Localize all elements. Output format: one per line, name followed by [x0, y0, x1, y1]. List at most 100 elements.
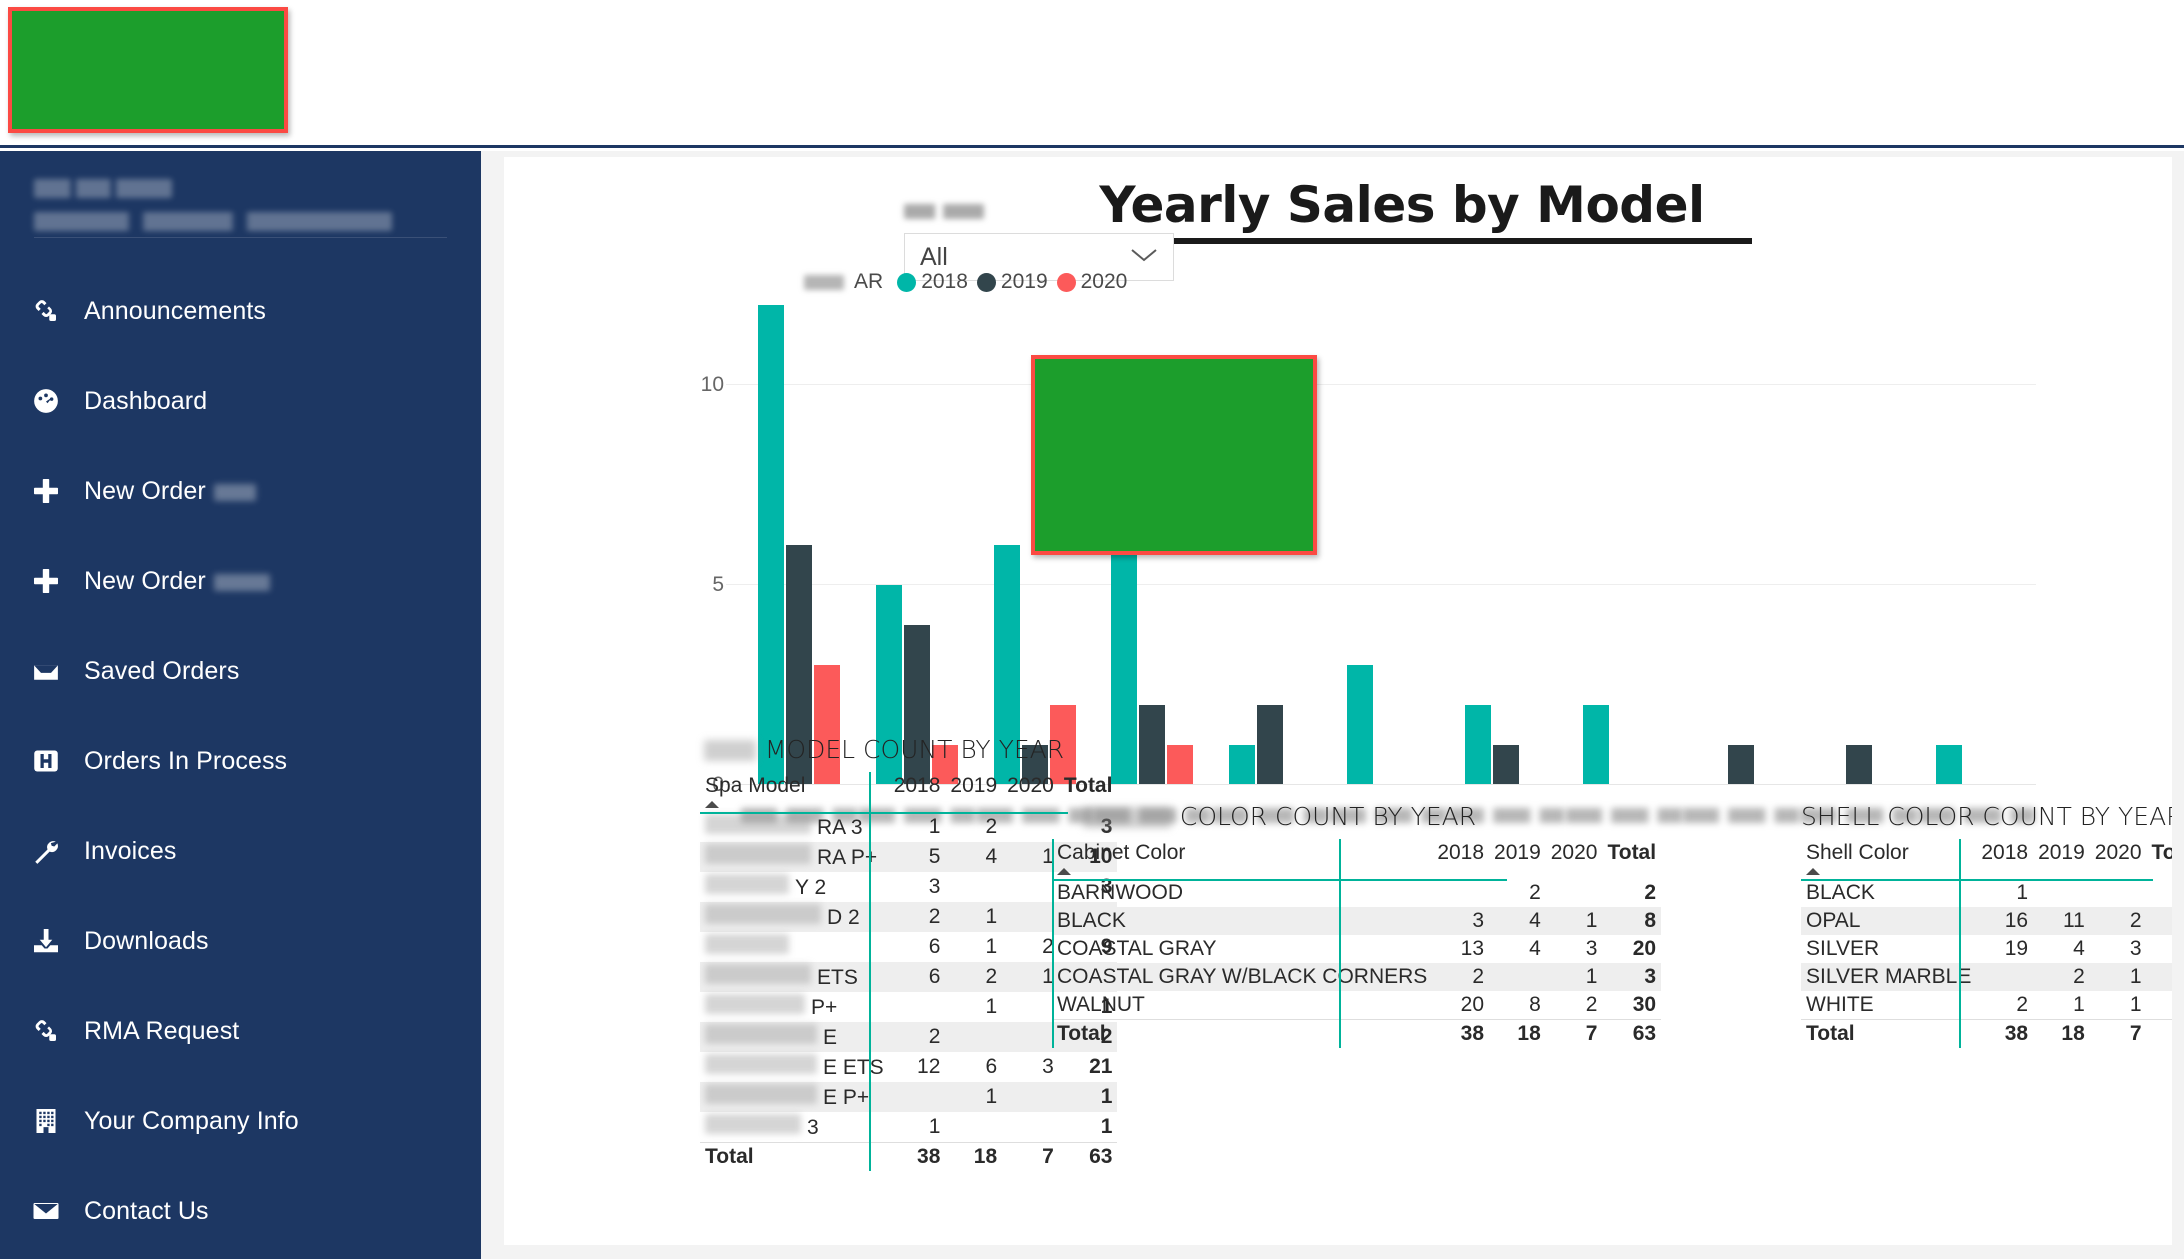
sidebar-item-dashboard[interactable]: Dashboard — [0, 372, 481, 430]
matrix-header-accent-line — [1052, 879, 1507, 881]
col-header-total[interactable]: Total — [2147, 839, 2173, 879]
bar-group[interactable] — [1918, 305, 2036, 823]
sidebar-item-orders-in-process[interactable]: Orders In Process — [0, 732, 481, 790]
bar-2018[interactable] — [1346, 665, 1373, 785]
table-row[interactable]: COASTAL GRAY W/BLACK CORNERS 2 1 3 — [1052, 963, 1662, 991]
sidebar-item-new-order-b[interactable]: New Order — [0, 552, 481, 610]
bar-group[interactable] — [1447, 305, 1565, 823]
cell-2018 — [1976, 963, 2034, 991]
sidebar-item-new-order-a[interactable]: New Order — [0, 462, 481, 520]
matrix-header-accent-line — [700, 812, 1068, 814]
bar-2019[interactable] — [1728, 745, 1755, 785]
row-label-visible-suffix: RA 3 — [817, 816, 863, 839]
legend-entry-2018[interactable]: 2018 — [897, 270, 968, 294]
matrix-accent-line — [1338, 839, 1341, 1048]
legend-entry-2019[interactable]: 2019 — [976, 270, 1048, 294]
sidebar-item-downloads[interactable]: Downloads — [0, 912, 481, 970]
table-row[interactable]: E P+ 1 1 — [700, 1082, 1118, 1112]
bar-2018[interactable] — [757, 305, 784, 785]
col-header-2018[interactable]: 2018 — [1976, 839, 2033, 879]
cell-total: 8 — [1602, 907, 1662, 935]
sidebar-item-saved-orders[interactable]: Saved Orders — [0, 642, 481, 700]
col-header-2019[interactable]: 2019 — [1489, 839, 1546, 879]
row-label: COASTAL GRAY — [1057, 937, 1217, 960]
bar-2018[interactable] — [1582, 705, 1609, 785]
sidebar-item-invoices[interactable]: Invoices — [0, 822, 481, 880]
table-row[interactable]: E ETS 12 6 3 21 — [700, 1052, 1117, 1082]
table-row[interactable]: WALNUT 20 8 2 30 — [1052, 991, 1661, 1020]
bar-2018[interactable] — [1111, 545, 1138, 785]
bar-2019[interactable] — [1846, 745, 1873, 785]
bar-2018[interactable] — [1464, 705, 1491, 785]
cell-2018: 12 — [917, 1055, 941, 1078]
sidebar-item-rma-request[interactable]: RMA Request — [0, 1002, 481, 1060]
bar-2020[interactable] — [1167, 745, 1194, 785]
bar-group[interactable] — [1565, 305, 1683, 823]
table-row[interactable]: BLACK 1 1 — [1801, 879, 2172, 907]
col-header-2020[interactable]: 2020 — [1546, 839, 1603, 879]
table-row[interactable]: OPAL1611229 — [1801, 907, 2172, 935]
sidebar-item-your-company-info[interactable]: Your Company Info — [0, 1092, 481, 1150]
cell-2020: 1 — [1545, 907, 1603, 935]
grand-total-2018: 38 — [1976, 1019, 2034, 1048]
sidebar-item-announcements[interactable]: Announcements — [0, 282, 481, 340]
legend-entry-2020[interactable]: 2020 — [1056, 270, 1127, 294]
row-label-visible-suffix: D 2 — [827, 906, 860, 929]
sidebar-item-label: Orders In Process — [84, 746, 288, 775]
building-icon — [24, 1106, 68, 1136]
bar-group[interactable] — [740, 305, 858, 823]
bar-group[interactable] — [858, 305, 976, 823]
table-row[interactable]: WHITE2114 — [1801, 991, 2172, 1020]
col-header-2020[interactable]: 2020 — [1002, 772, 1059, 812]
col-header-shell-color[interactable]: Shell Color — [1801, 839, 1976, 879]
sidebar-item-label: New Order — [84, 477, 256, 506]
link-chain-icon — [24, 1016, 68, 1046]
bar-group[interactable] — [1800, 305, 1918, 823]
col-header-2018[interactable]: 2018 — [1432, 839, 1489, 879]
row-label: E — [700, 1022, 889, 1052]
cabinet-color-matrix: COLOR COUNT BY YEAR Cabinet Color 2018 2 — [1052, 802, 1662, 1048]
bar-2019[interactable] — [1139, 705, 1166, 785]
col-header-2018[interactable]: 2018 — [889, 772, 946, 812]
row-label: SILVER MARBLE — [1801, 963, 1977, 991]
cell-2020: 1 — [1545, 963, 1603, 991]
table-row[interactable]: BLACK 3 4 1 8 — [1052, 907, 1662, 935]
cell-total: 1 — [2147, 879, 2173, 907]
table-row[interactable]: COASTAL GRAY 13 4 3 20 — [1052, 935, 1661, 963]
table-row[interactable]: SILVER 19 4 326 — [1801, 935, 2172, 963]
cell-2018: 16 — [1976, 907, 2034, 935]
sidebar-item-contact-us[interactable]: Contact Us — [0, 1182, 481, 1240]
cell-total: 4 — [2147, 991, 2173, 1020]
col-header-spa-model[interactable]: Spa Model — [700, 772, 889, 812]
col-header-total[interactable]: Total — [1602, 839, 1661, 879]
cell-2020: 1 — [1002, 962, 1059, 992]
col-header-2019[interactable]: 2019 — [945, 772, 1002, 812]
plus-icon — [24, 565, 68, 597]
grand-total-2019: 18 — [945, 1142, 1003, 1171]
col-header-2019[interactable]: 2019 — [2033, 839, 2090, 879]
cabinet-color-thead: Cabinet Color 2018 2019 2020 Total — [1052, 839, 1661, 879]
bar-2019[interactable] — [1257, 705, 1284, 785]
table-row[interactable]: BARNWOOD 2 2 — [1052, 879, 1661, 907]
table-row[interactable]: 3 1 1 — [700, 1112, 1117, 1143]
slicer-label-redacted — [904, 204, 984, 219]
cell-2020: 1 — [1002, 842, 1059, 872]
cell-2018 — [888, 1082, 946, 1112]
cell-2020 — [1546, 879, 1603, 907]
bar-2018[interactable] — [1229, 745, 1256, 785]
sidebar-divider — [34, 237, 447, 238]
bar-2019[interactable] — [1492, 745, 1519, 785]
row-label — [700, 932, 889, 962]
cell-2019: 11 — [2033, 907, 2090, 935]
bar-2018[interactable] — [1936, 745, 1963, 785]
row-label-visible-suffix: E P+ — [823, 1086, 870, 1109]
table-row[interactable]: SILVER MARBLE 213 — [1801, 963, 2172, 991]
shell-color-thead: Shell Color 2018 2019 2020 Total — [1801, 839, 2172, 879]
matrix-left-accent-line — [1052, 839, 1054, 1048]
col-header-2020[interactable]: 2020 — [2090, 839, 2147, 879]
row-label-visible-suffix: Y 2 — [795, 876, 827, 899]
cell-2018: 20 — [1460, 993, 1485, 1016]
bar-group[interactable] — [1329, 305, 1447, 823]
col-header-cabinet-color[interactable]: Cabinet Color — [1052, 839, 1432, 879]
bar-group[interactable] — [1683, 305, 1801, 823]
